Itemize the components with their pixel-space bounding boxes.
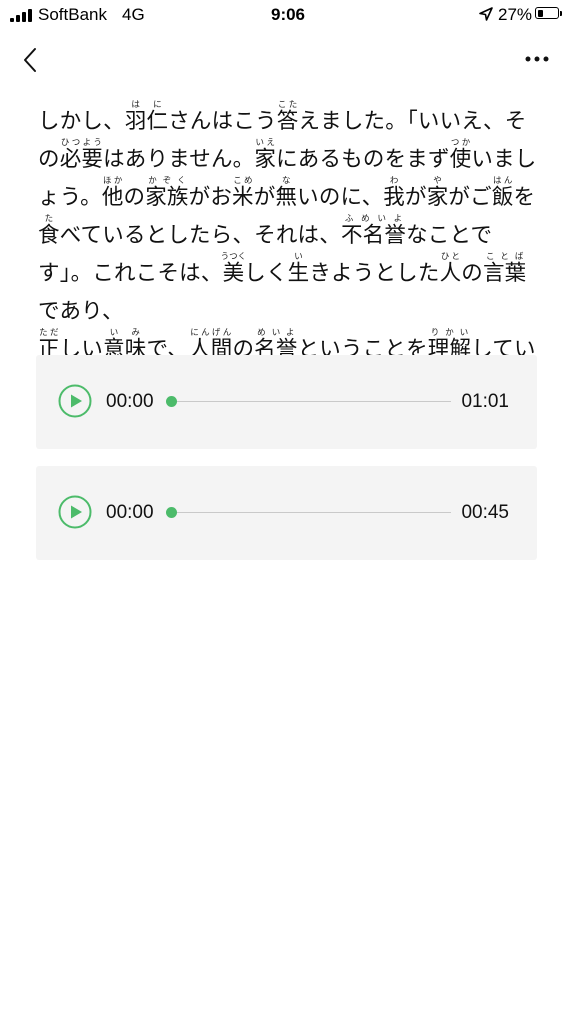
furigana-reading: いえ	[254, 138, 277, 148]
back-button[interactable]	[14, 42, 50, 78]
furigana-reading: いみ	[103, 328, 147, 338]
story-segment: であり、	[38, 299, 124, 324]
nav-bar	[0, 36, 576, 84]
furigana-word: 不名誉ふめいよ	[340, 214, 407, 248]
furigana-reading: ほか	[101, 176, 124, 186]
story-segment: を	[513, 185, 536, 210]
current-time: 00:00	[106, 391, 154, 412]
audio-player: 00:00 00:45	[36, 466, 537, 560]
more-options-button[interactable]	[518, 44, 558, 74]
story-segment: きようとした	[309, 261, 440, 286]
furigana-word: 必要ひつよう	[59, 138, 104, 172]
furigana-reading: こた	[276, 100, 299, 110]
furigana-reading: ことば	[482, 252, 527, 262]
progress-track[interactable]	[173, 512, 451, 513]
furigana-word: 家いえ	[254, 138, 277, 172]
furigana-word: 他ほか	[101, 176, 124, 210]
status-bar: SoftBank 4G 9:06 27%	[0, 0, 576, 30]
battery-level-fill	[537, 9, 543, 17]
story-segment: の	[123, 185, 146, 210]
audio-player: 00:00 01:01	[36, 355, 537, 449]
play-button[interactable]	[58, 495, 92, 529]
furigana-word: 飯はん	[491, 176, 514, 210]
furigana-reading: うつく	[220, 252, 247, 262]
furigana-word: 答こた	[276, 100, 299, 134]
story-segment: がお	[188, 185, 233, 210]
story-segment: はありません。	[103, 147, 255, 172]
furigana-word: 言葉ことば	[482, 252, 527, 286]
furigana-word: 羽仁はに	[124, 100, 169, 134]
story-segment: にあるものをまず	[276, 147, 450, 172]
furigana-word: 家や	[426, 176, 449, 210]
story-segment: べているとしたら、それは、	[59, 223, 341, 248]
story-segment: しかし、	[38, 109, 125, 134]
furigana-word: 生い	[287, 252, 310, 286]
progress-track[interactable]	[173, 401, 451, 402]
duration: 01:01	[461, 391, 509, 412]
story-segment: の	[461, 261, 483, 286]
current-time: 00:00	[106, 502, 154, 523]
furigana-reading: た	[38, 214, 60, 224]
story-segment: が	[253, 185, 276, 210]
story-segment: がご	[448, 185, 492, 210]
battery-percent: 27%	[498, 5, 533, 24]
play-icon	[71, 505, 82, 519]
furigana-word: 無な	[275, 176, 298, 210]
furigana-word: 人ひと	[439, 252, 462, 286]
ellipsis-icon	[525, 56, 549, 62]
furigana-reading: はん	[491, 176, 514, 186]
duration: 00:45	[461, 502, 509, 523]
furigana-word: 食た	[38, 214, 60, 248]
furigana-reading: わ	[383, 176, 405, 186]
furigana-reading: めいよ	[254, 328, 298, 338]
furigana-word: 米こめ	[232, 176, 254, 210]
furigana-reading: や	[426, 176, 449, 186]
story-segment: が	[405, 185, 427, 210]
location-arrow-icon	[479, 7, 493, 21]
furigana-reading: い	[287, 252, 310, 262]
battery-icon	[535, 7, 559, 19]
furigana-reading: ひつよう	[59, 138, 104, 148]
furigana-reading: こめ	[232, 176, 254, 186]
furigana-reading: ひと	[439, 252, 462, 262]
furigana-reading: ただ	[38, 328, 60, 338]
furigana-reading: ふめいよ	[340, 214, 407, 224]
furigana-reading: はに	[124, 100, 169, 110]
progress-knob[interactable]	[166, 507, 177, 518]
furigana-reading: な	[275, 176, 298, 186]
chevron-left-icon	[24, 48, 36, 72]
play-button[interactable]	[58, 384, 92, 418]
furigana-word: 家族かぞく	[145, 176, 189, 210]
furigana-reading: かぞく	[145, 176, 189, 186]
furigana-reading: りかい	[427, 328, 472, 338]
furigana-reading: つか	[449, 138, 472, 148]
story-segment: しく	[244, 261, 288, 286]
story-segment: いのに、	[297, 185, 384, 210]
battery-terminal	[560, 11, 562, 16]
furigana-reading: にんげん	[189, 328, 233, 338]
furigana-word: 我わ	[383, 176, 405, 210]
story-segment: さんはこう	[168, 109, 277, 134]
play-icon	[71, 394, 82, 408]
furigana-word: 使つか	[449, 138, 472, 172]
progress-knob[interactable]	[166, 396, 177, 407]
furigana-word: 美うつく	[220, 252, 247, 286]
